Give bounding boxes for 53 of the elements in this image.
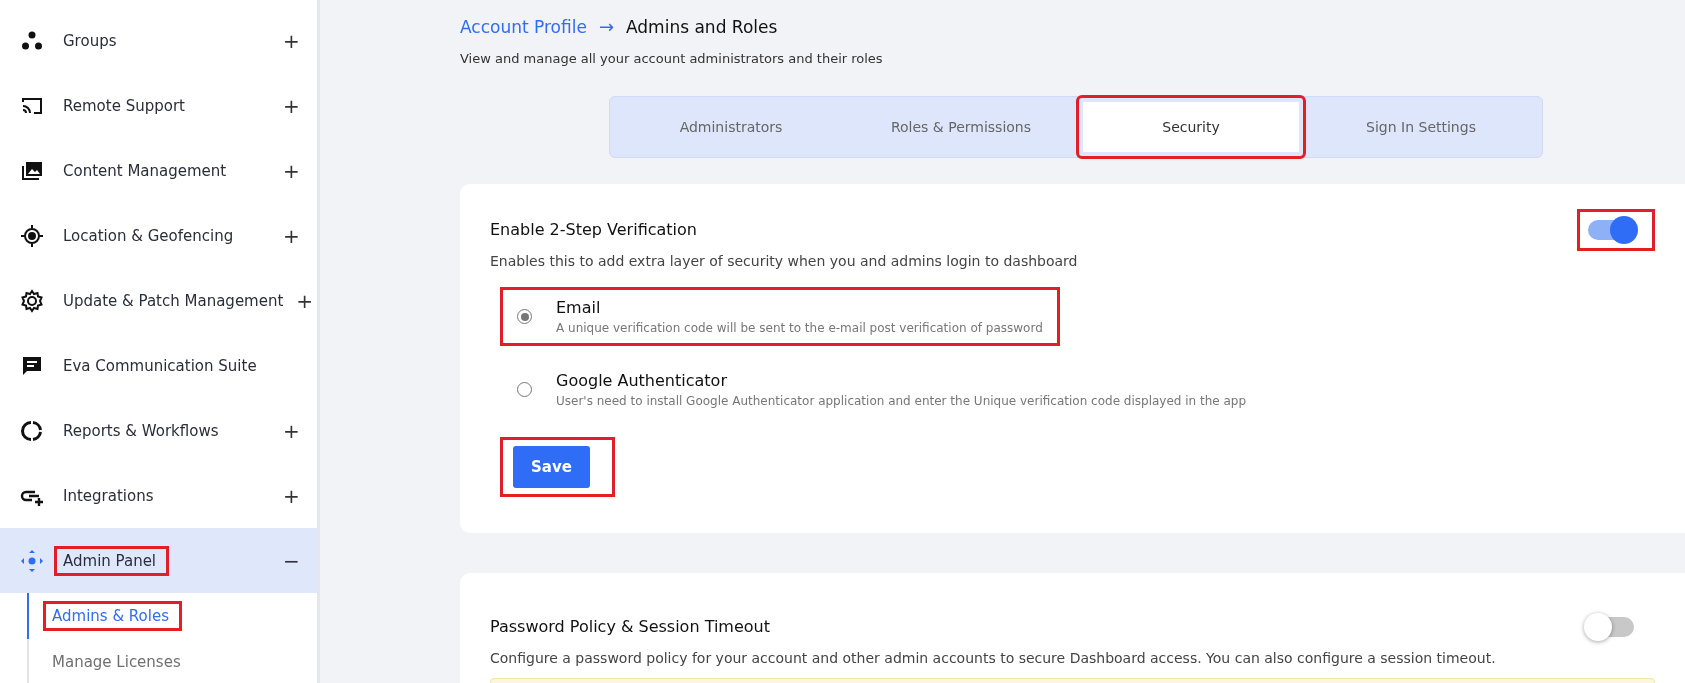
radio-option[interactable]: Email A unique verification code will be sent to the e-mail post verification of password: [500, 287, 1060, 346]
section-title: Enable 2-Step Verification: [490, 220, 697, 239]
tab[interactable]: Administrators: [616, 95, 846, 159]
breadcrumb-arrow: →: [598, 16, 614, 37]
expand-toggle[interactable]: +: [283, 93, 299, 118]
nav-item[interactable]: Update & Patch Management +: [0, 268, 317, 333]
expand-toggle[interactable]: +: [283, 418, 299, 443]
nav-label: Groups: [62, 30, 118, 52]
nav-item[interactable]: Admin Panel −: [0, 528, 317, 593]
subnav-label: Admins & Roles: [43, 601, 182, 631]
nav-label: Content Management: [62, 160, 228, 182]
section-title: Password Policy & Session Timeout: [490, 617, 770, 636]
breadcrumb-link[interactable]: Account Profile: [460, 16, 587, 37]
option-label: Email: [556, 298, 602, 317]
nav-label: Location & Geofencing: [62, 225, 235, 247]
nav-item[interactable]: Content Management +: [0, 138, 317, 203]
expand-toggle[interactable]: +: [283, 483, 299, 508]
nav-label: Admin Panel: [54, 545, 170, 576]
subnav-label: Manage Licenses: [51, 652, 182, 673]
nav-item[interactable]: Reports & Workflows +: [0, 398, 317, 463]
expand-toggle[interactable]: +: [296, 288, 313, 313]
page-title: Admins and Roles: [626, 16, 778, 37]
nav-label: Reports & Workflows: [62, 420, 220, 442]
expand-toggle[interactable]: −: [283, 548, 299, 573]
nav-label: Integrations: [62, 485, 155, 507]
nav-item[interactable]: Remote Support +: [0, 73, 317, 138]
option-description: User's need to install Google Authenticator application and enter the Unique verification code displayed in the app: [556, 394, 1247, 408]
page-subtitle: View and manage all your account administrators and their roles: [460, 51, 884, 66]
section-description: Configure a password policy for your account and other admin accounts to secure Dashboard access. You can also configure a session timeout.: [490, 650, 1497, 666]
nav-item[interactable]: Eva Communication Suite: [0, 333, 317, 398]
tab[interactable]: Sign In Settings: [1306, 95, 1536, 159]
nav-label: Remote Support: [62, 95, 186, 117]
expand-toggle[interactable]: +: [283, 28, 299, 53]
section-description: Enables this to add extra layer of security when you and admins login to dashboard: [490, 253, 1079, 269]
nav-item[interactable]: Location & Geofencing +: [0, 203, 317, 268]
save-button[interactable]: Save: [513, 446, 590, 488]
target-icon: [20, 223, 44, 248]
move-icon: [20, 548, 44, 573]
ring-icon: [20, 418, 44, 443]
subnav-item[interactable]: Admins & Roles: [27, 593, 317, 639]
option-description: A unique verification code will be sent to the e-mail post verification of password: [556, 321, 1043, 335]
nav-label: Update & Patch Management: [62, 290, 285, 312]
gear-icon: [20, 288, 44, 313]
expand-toggle[interactable]: +: [283, 158, 299, 183]
option-label: Google Authenticator: [556, 371, 728, 390]
radio-option[interactable]: Google Authenticator User's need to install Google Authenticator application and enter the Unique verification code displayed in the app: [500, 360, 1264, 419]
nav-item[interactable]: Integrations +: [0, 463, 317, 528]
expand-toggle[interactable]: +: [283, 223, 299, 248]
nav-label: Eva Communication Suite: [62, 355, 258, 377]
nav-item[interactable]: Groups +: [0, 8, 317, 73]
tab[interactable]: Security: [1076, 95, 1306, 159]
tab[interactable]: Roles & Permissions: [846, 95, 1076, 159]
subnav-item[interactable]: Manage Licenses: [27, 639, 317, 683]
